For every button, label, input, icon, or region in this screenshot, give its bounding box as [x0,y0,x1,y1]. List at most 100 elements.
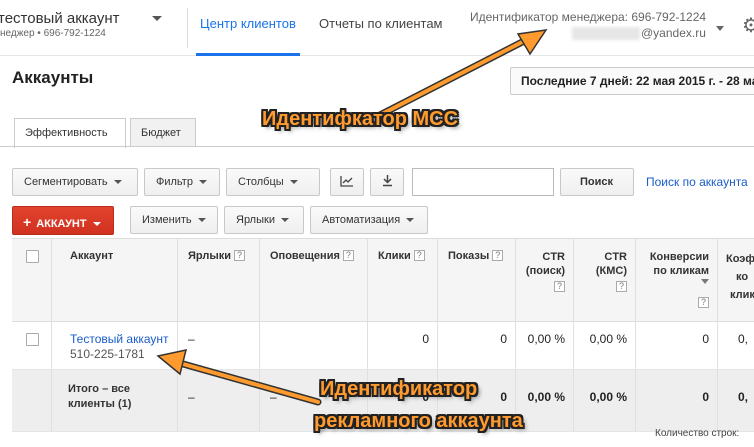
header-cell-conversions[interactable]: Конверсии по кликам ? [636,239,718,321]
account-switcher-subtitle: неджер • 696-792-1224 [0,28,106,39]
tab-performance[interactable]: Эффективность [14,118,126,148]
help-icon[interactable]: ? [492,250,504,261]
chevron-down-icon [197,218,206,223]
gear-icon[interactable]: ⚙ [742,16,754,36]
download-button[interactable] [370,168,404,196]
add-account-label: АККАУНТ [36,218,87,230]
header-ctr-kms: CTR (КМС)? [596,250,627,292]
plus-icon: + [23,214,32,230]
header-labels: Ярлыки? [188,250,246,262]
filter-button-label: Фильтр [156,176,193,188]
header-coef-line2: ко [736,271,749,283]
manager-email[interactable]: @yandex.ru [641,26,706,40]
chevron-down-icon[interactable] [716,26,724,31]
header-cell-ctr-search[interactable]: CTR (поиск)? [516,239,574,321]
header-cell-alerts[interactable]: Оповещения? [260,239,368,321]
search-input[interactable] [412,168,554,196]
row-cell-account: Тестовый аккаунт 510-225-1781 [52,322,178,369]
chart-icon [340,176,353,187]
labels-button[interactable]: Ярлыки [224,206,304,234]
tab-budget[interactable]: Бюджет [130,118,196,147]
total-label-line1: Итого – все [68,383,130,395]
help-icon[interactable]: ? [342,250,354,261]
total-impressions-value: 0 [500,390,507,404]
chevron-down-icon[interactable] [152,16,162,21]
header-ctr-kms-line1: CTR [604,251,627,263]
edit-button[interactable]: Изменить [130,206,218,234]
row-coefficient-value: 0, [738,332,749,346]
chevron-down-icon [280,218,289,223]
account-switcher-name: тестовый аккаунт [0,10,120,27]
automation-button[interactable]: Автоматизация [310,206,428,234]
date-range-selector[interactable]: Последние 7 дней: 22 мая 2015 г. - 28 ма [510,67,754,95]
header-impressions-text: Показы [448,250,490,262]
header-cell-account[interactable]: Аккаунт [52,239,178,321]
total-labels-value: – [188,390,195,404]
header-ctr-search-line2: (поиск) [525,265,565,277]
table-row: Тестовый аккаунт 510-225-1781 – 0 0 0,00… [12,322,754,370]
nav-tab-client-center[interactable]: Центр клиентов [200,16,296,31]
annotation-account-label-line1: Идентификатор [320,378,478,400]
rows-count-label: Количество строк: [655,428,740,439]
help-icon[interactable]: ? [234,250,246,261]
total-cell-account: Итого – все клиенты (1) [52,370,178,431]
total-conversions-value: 0 [702,390,709,404]
header-conversions: Конверсии по кликам [650,250,709,278]
header-cell-impressions[interactable]: Показы? [438,239,516,321]
table-header-row: Аккаунт Ярлыки? Оповещения? Клики? Показ… [12,238,754,322]
total-cell-select [12,370,52,431]
labels-button-label: Ярлыки [236,214,275,226]
row-checkbox[interactable] [26,333,39,346]
header-divider [187,8,188,48]
header-cell-clicks[interactable]: Клики? [368,239,438,321]
row-impressions-value: 0 [500,332,507,346]
top-header: тестовый аккаунт неджер • 696-792-1224 Ц… [0,0,754,56]
blurred-email-part [572,27,640,40]
annotation-account-label-line2: рекламного аккаунта [314,410,523,432]
total-alerts-value: – [270,390,277,404]
header-cell-labels[interactable]: Ярлыки? [178,239,260,321]
header-cell-coefficient[interactable]: Коэф ко клик [718,239,754,321]
help-icon[interactable]: ? [616,281,627,292]
account-id: 510-225-1781 [70,347,145,361]
segment-button[interactable]: Сегментировать [12,168,138,196]
total-ctr-search-value: 0,00 % [527,390,565,404]
search-button[interactable]: Поиск [560,168,634,196]
chevron-down-icon [289,180,298,185]
total-cell-labels: – [178,370,260,431]
header-coef-line1: Коэф [726,253,754,265]
header-conversions-line2: по кликам [653,265,709,277]
chevron-down-icon [113,180,122,185]
search-accounts-link[interactable]: Поиск по аккаунта [646,175,748,189]
row-clicks-value: 0 [422,332,429,346]
header-ctr-search-line1: CTR [542,251,565,263]
row-cell-ctr-search: 0,00 % [516,322,574,369]
row-cell-conversions: 0 [636,322,718,369]
account-name-link[interactable]: Тестовый аккаунт [70,332,169,346]
total-cell-conversions: 0 [636,370,718,431]
filter-button[interactable]: Фильтр [144,168,220,196]
header-ctr-kms-line2: (КМС) [595,265,627,277]
help-icon[interactable]: ? [413,250,425,261]
row-labels-value: – [188,332,195,346]
chevron-down-icon[interactable] [701,279,709,284]
help-icon[interactable]: ? [698,297,709,308]
header-cell-select [12,239,52,321]
row-cell-ctr-kms: 0,00 % [574,322,636,369]
row-cell-clicks: 0 [368,322,438,369]
columns-button[interactable]: Столбцы [226,168,320,196]
columns-button-label: Столбцы [238,176,284,188]
help-icon[interactable]: ? [554,281,565,292]
row-cell-select [12,322,52,369]
header-cell-ctr-kms[interactable]: CTR (КМС)? [574,239,636,321]
add-account-button[interactable]: + АККАУНТ [12,206,114,235]
tabs-divider [0,146,754,147]
header-coefficient: Коэф ко клик [726,250,754,304]
chevron-down-icon [92,222,101,227]
row-conversions-value: 0 [702,332,709,346]
chart-toggle-button[interactable] [330,168,364,196]
header-coef-line3: клик [730,289,754,301]
select-all-checkbox[interactable] [26,250,39,263]
row-cell-coefficient: 0, [718,322,754,369]
nav-tab-client-reports[interactable]: Отчеты по клиентам [319,16,443,31]
